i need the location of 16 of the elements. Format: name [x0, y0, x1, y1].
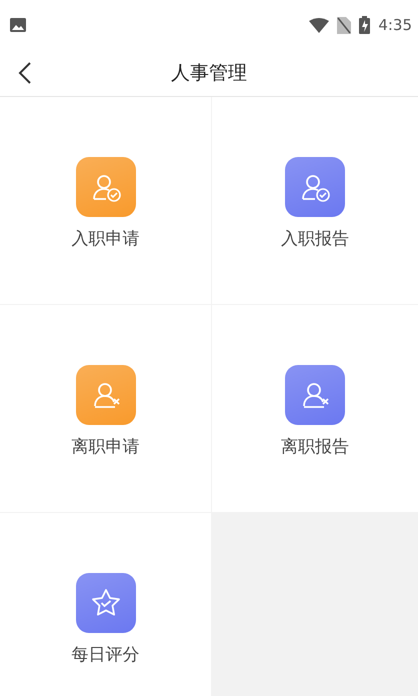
no-sim-icon	[337, 16, 352, 34]
tile-label: 离职申请	[72, 436, 140, 458]
menu-tile[interactable]: 入职报告	[212, 97, 418, 304]
status-time: 4:35	[378, 16, 412, 34]
menu-tile[interactable]: 入职申请	[0, 97, 211, 304]
tile-label: 入职报告	[281, 228, 349, 250]
menu-tile[interactable]: 离职报告	[212, 305, 418, 512]
battery-icon	[359, 16, 370, 34]
page-title: 人事管理	[171, 61, 247, 86]
tile-label: 入职申请	[72, 228, 140, 250]
tile-label: 离职报告	[281, 436, 349, 458]
tile-label: 每日评分	[72, 644, 140, 666]
menu-tile[interactable]: 离职申请	[0, 305, 211, 512]
menu-tile[interactable]: 每日评分	[0, 513, 211, 696]
image-icon	[10, 18, 26, 32]
wifi-icon	[309, 18, 330, 32]
